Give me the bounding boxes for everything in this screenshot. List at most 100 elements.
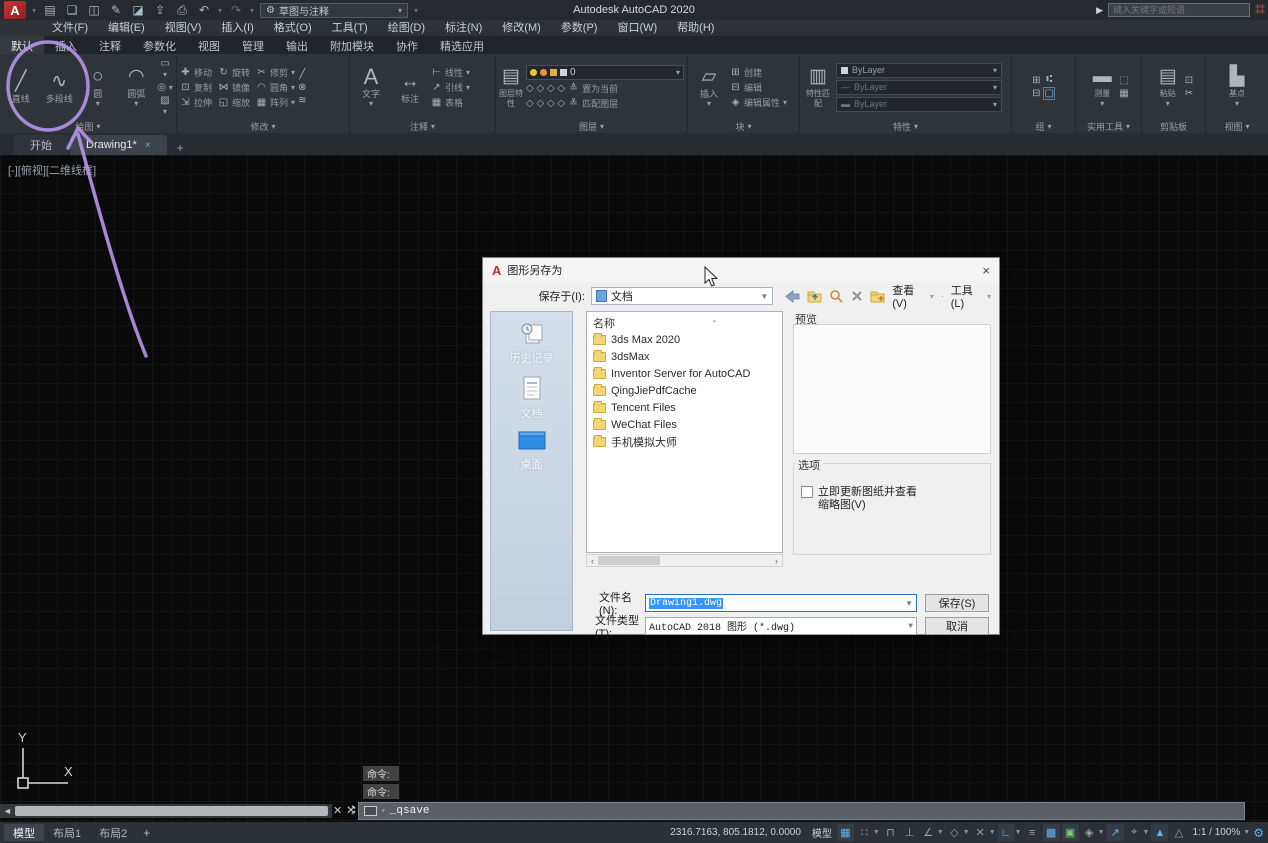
place-history[interactable]: 历史记录 xyxy=(510,322,554,366)
calculator-icon[interactable]: ▦ xyxy=(1119,88,1128,99)
explode-icon[interactable]: ⊗ xyxy=(298,82,306,93)
infer-constraints-icon[interactable]: ⊓ xyxy=(882,824,899,841)
polar-tracking-caret-icon[interactable]: ▼ xyxy=(937,829,944,836)
dialog-title-bar[interactable]: A 图形另存为 × xyxy=(483,258,999,282)
panel-label-block[interactable]: 块▾ xyxy=(688,120,799,133)
update-thumbnail-checkbox[interactable] xyxy=(801,486,813,498)
menu-tools[interactable]: 工具(T) xyxy=(322,20,378,36)
search-icon[interactable] xyxy=(829,289,844,303)
edit-attributes-button[interactable]: ◈编辑属性▾ xyxy=(730,96,787,109)
filetype-select[interactable]: AutoCAD 2018 图形 (*.dwg) ▼ xyxy=(645,617,917,635)
layout-tab-layout2[interactable]: 布局2 xyxy=(90,824,136,841)
search-input[interactable] xyxy=(1108,3,1250,17)
object-color-select[interactable]: ByLayer▾ xyxy=(836,63,1002,78)
autocad-logo-icon[interactable]: A xyxy=(4,1,26,19)
snap-mode-icon[interactable]: ∷ xyxy=(856,824,873,841)
new-file-icon[interactable]: ▤ xyxy=(42,3,58,17)
edit-block-button[interactable]: ⊟编辑 xyxy=(730,81,787,94)
folder-row[interactable]: 手机模拟大师 xyxy=(593,433,782,450)
open-folder-icon[interactable]: ❏ xyxy=(64,3,80,17)
match-layer-button[interactable]: ≚匹配图层 xyxy=(568,97,618,110)
workspace-gear-icon[interactable]: ⚙ xyxy=(1253,826,1264,840)
apps-grid-icon[interactable]: ⁑⁑ xyxy=(1255,4,1264,17)
folder-row[interactable]: 3dsMax xyxy=(593,348,782,365)
file-list-scrollbar[interactable]: ‹ › xyxy=(586,554,783,567)
view-control[interactable]: [俯视] xyxy=(18,165,46,177)
visual-style-control[interactable]: [二维线框] xyxy=(46,165,96,177)
panel-label-draw[interactable]: 绘图▾ xyxy=(0,120,176,133)
command-caret-icon[interactable]: ▾ xyxy=(381,806,386,816)
group-icon[interactable]: ⊞ xyxy=(1032,75,1040,86)
erase-icon[interactable]: ╱ xyxy=(298,69,306,80)
table-button[interactable]: ▦表格 xyxy=(431,96,470,109)
linetype-select[interactable]: —ByLayer▾ xyxy=(836,80,1002,95)
delete-icon[interactable] xyxy=(851,290,863,302)
tab-start[interactable]: 开始 xyxy=(14,135,68,155)
ribbon-tab-manage[interactable]: 管理 xyxy=(231,36,275,54)
menu-edit[interactable]: 编辑(E) xyxy=(98,20,155,36)
list-header-name[interactable]: 名称⌃ xyxy=(593,315,782,331)
rotate-button[interactable]: ↻旋转 xyxy=(218,66,250,79)
viewport-menu-control[interactable]: [-] xyxy=(8,165,18,177)
menu-parametric[interactable]: 参数(P) xyxy=(551,20,608,36)
paste-button[interactable]: ▤粘贴▾ xyxy=(1154,65,1182,109)
dynamic-ucs-icon[interactable]: ↗ xyxy=(1107,824,1124,841)
horizontal-scrollbar[interactable]: ◄ xyxy=(0,804,332,818)
folder-row[interactable]: 3ds Max 2020 xyxy=(593,331,782,348)
leader-button[interactable]: ↗引线▾ xyxy=(431,81,470,94)
stretch-button[interactable]: ⇲拉伸 xyxy=(180,96,212,109)
ribbon-tab-insert[interactable]: 插入 xyxy=(44,36,88,54)
base-view-button[interactable]: ▙基点▾ xyxy=(1219,65,1255,109)
layer-select[interactable]: 0 ▾ xyxy=(526,65,684,80)
circle-button[interactable]: ○圆▾ xyxy=(80,65,116,109)
undo-caret-icon[interactable]: ▾ xyxy=(218,6,222,15)
workspace-selector[interactable]: ⚙ 草图与注释 ▾ xyxy=(260,3,408,18)
polar-tracking-icon[interactable]: ∠ xyxy=(920,824,937,841)
trim-button[interactable]: ✂修剪▾ xyxy=(256,66,295,79)
dimension-button[interactable]: ↔标注 xyxy=(392,70,428,104)
ribbon-tab-annotate[interactable]: 注释 xyxy=(88,36,132,54)
move-button[interactable]: ✚移动 xyxy=(180,66,212,79)
copy-clip-icon[interactable]: ⊡ xyxy=(1185,75,1193,86)
command-line[interactable]: ▾ _qsave xyxy=(358,802,1245,820)
tools-menu-button[interactable]: 工具(L)▾ xyxy=(951,282,991,310)
offset-icon[interactable]: ≋ xyxy=(298,95,306,106)
isometric-drafting-caret-icon[interactable]: ▼ xyxy=(963,829,970,836)
3d-object-snap-caret-icon[interactable]: ▼ xyxy=(1098,829,1105,836)
tab-drawing1[interactable]: Drawing1*× xyxy=(70,135,167,155)
scale-caret-icon[interactable]: ▼ xyxy=(1243,829,1250,836)
filename-value[interactable]: Drawing1.dwg xyxy=(649,598,723,609)
command-customize-icon[interactable]: ⚒ xyxy=(344,805,357,815)
filename-caret-icon[interactable]: ▼ xyxy=(905,599,913,608)
cancel-button[interactable]: 取消 xyxy=(925,617,989,635)
ribbon-tab-view[interactable]: 视图 xyxy=(187,36,231,54)
panel-label-annotation[interactable]: 注释▾ xyxy=(350,120,495,133)
place-desktop[interactable]: 桌面 xyxy=(517,430,547,472)
transparency-icon[interactable]: ▩ xyxy=(1043,824,1060,841)
logo-caret-icon[interactable]: ▾ xyxy=(32,6,36,15)
menu-modify[interactable]: 修改(M) xyxy=(492,20,551,36)
array-button[interactable]: ▦阵列▾ xyxy=(256,96,295,109)
mirror-button[interactable]: ⋈镜像 xyxy=(218,81,250,94)
search-expand-icon[interactable]: ▶ xyxy=(1096,5,1103,16)
make-current-button[interactable]: ≙置为当前 xyxy=(568,82,618,95)
up-folder-icon[interactable] xyxy=(807,290,823,303)
save-as-icon[interactable]: ✎ xyxy=(108,3,124,17)
scroll-right-icon[interactable]: › xyxy=(771,556,782,566)
save-in-select[interactable]: 文档 ▼ xyxy=(591,287,773,305)
scroll-left-icon[interactable]: ◄ xyxy=(0,806,15,816)
polyline-button[interactable]: ∿多段线 xyxy=(42,70,78,104)
new-drawing-tab-icon[interactable]: + xyxy=(169,141,192,155)
ellipse-icon[interactable]: ◎ ▾ xyxy=(157,82,173,93)
object-snap-caret-icon[interactable]: ▼ xyxy=(1015,829,1022,836)
command-input-text[interactable]: _qsave xyxy=(390,805,430,817)
text-button[interactable]: A文字▾ xyxy=(353,65,389,109)
layout-tab-layout1[interactable]: 布局1 xyxy=(44,824,90,841)
scale-button[interactable]: ◱缩放 xyxy=(218,96,250,109)
selection-cycling-icon[interactable]: ▣ xyxy=(1062,824,1079,841)
menu-help[interactable]: 帮助(H) xyxy=(667,20,724,36)
rectangle-icon[interactable]: ▭ ▾ xyxy=(157,58,173,80)
close-tab-icon[interactable]: × xyxy=(145,140,151,151)
fillet-button[interactable]: ◠圆角▾ xyxy=(256,81,295,94)
folder-row[interactable]: Inventor Server for AutoCAD xyxy=(593,365,782,382)
